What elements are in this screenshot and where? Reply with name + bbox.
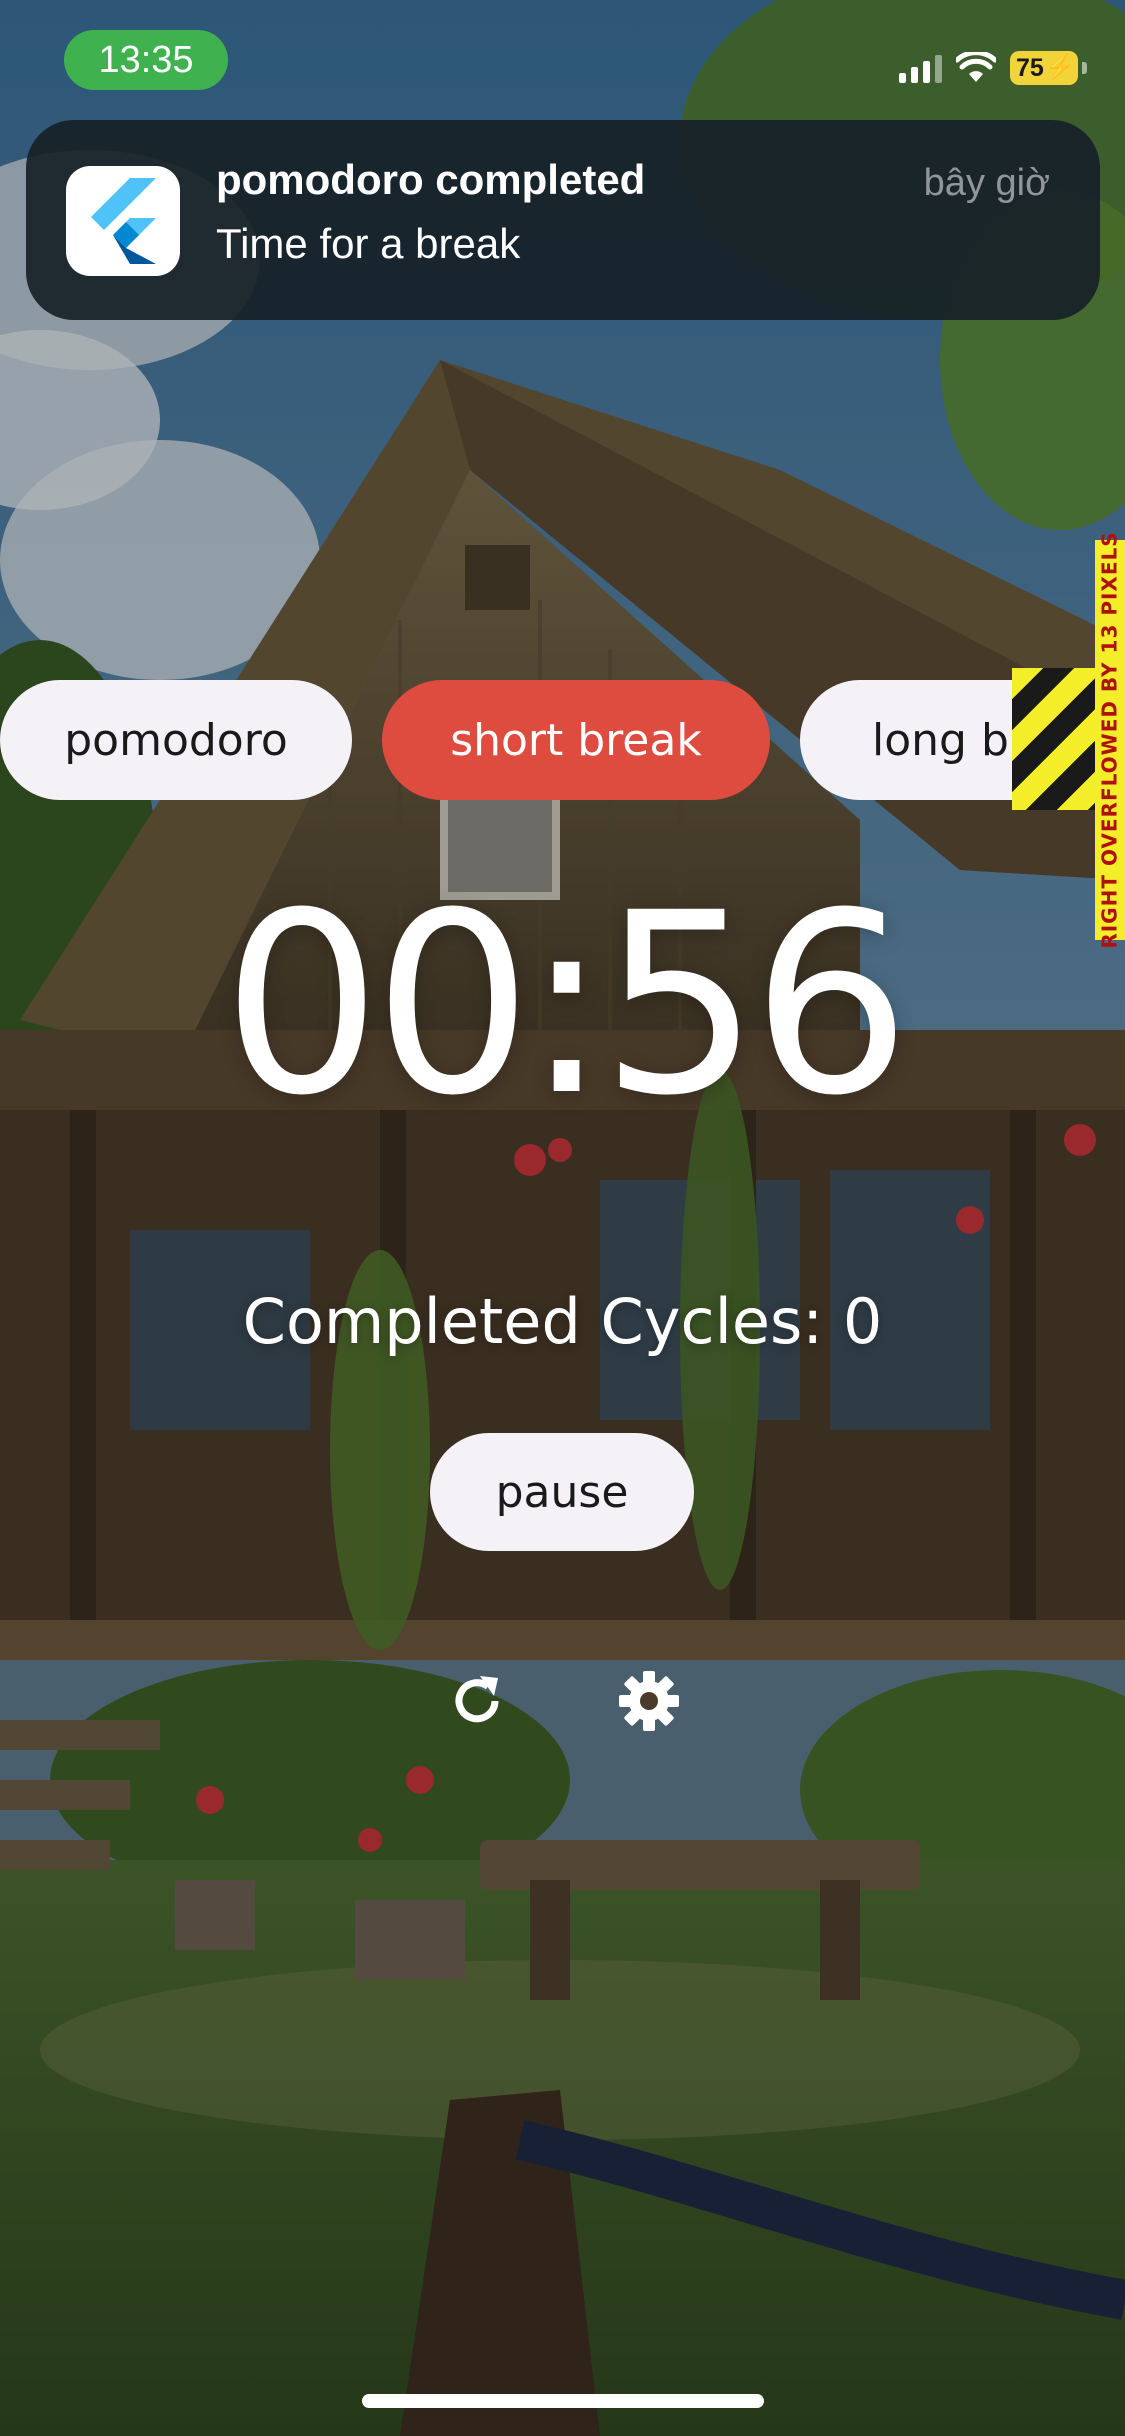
pause-button[interactable]: pause [430,1433,694,1551]
overflow-warning-stripes [1012,668,1100,810]
flutter-icon [66,166,180,276]
pause-button-label: pause [495,1466,629,1518]
notification-title: pomodoro completed [216,156,646,203]
completed-cycles: Completed Cycles: 0 [0,1285,1125,1358]
battery-level: 75 [1016,53,1044,82]
battery-cap [1082,62,1087,74]
battery-indicator: 75 ⚡ [1010,51,1078,85]
settings-button[interactable] [612,1664,686,1738]
status-bar-indicators: 75 ⚡ [899,44,1087,92]
background-scene [0,0,1125,2436]
status-bar-time: 13:35 [64,30,228,90]
wifi-icon [956,52,996,82]
refresh-icon [455,1676,499,1723]
mode-tab-label: short break [450,714,702,766]
notification-banner[interactable]: pomodoro completed Time for a break bây … [26,120,1100,320]
gear-icon [619,1671,679,1731]
cellular-signal-icon [899,53,942,83]
charging-bolt-icon: ⚡ [1045,54,1075,81]
completed-cycles-label: Completed Cycles: [242,1285,824,1358]
timer-display: 00:56 [222,859,910,1150]
mode-tab-label: pomodoro [64,714,288,766]
reset-button[interactable] [440,1664,514,1738]
mode-tab-short-break[interactable]: short break [382,680,770,800]
home-indicator[interactable] [362,2394,764,2408]
mode-tab-pomodoro[interactable]: pomodoro [0,680,352,800]
app-screen: 13:35 75 ⚡ pomodoro completed Time for a… [0,0,1125,2436]
notification-body: Time for a break [216,220,521,267]
notification-time: bây giờ [923,162,1050,204]
completed-cycles-count: 0 [842,1285,883,1358]
